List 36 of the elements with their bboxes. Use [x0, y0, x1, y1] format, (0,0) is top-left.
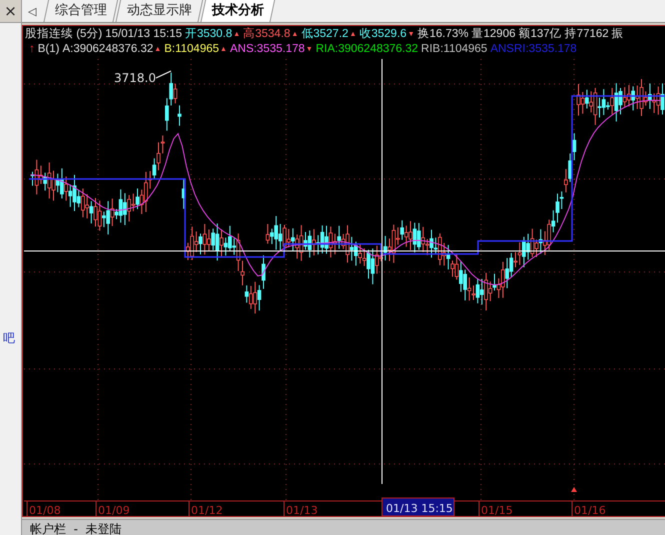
quote-value: 低3527.2: [301, 28, 348, 40]
leader-line: [156, 70, 172, 78]
quote-value: 收3529.6: [359, 28, 407, 40]
link-text-fragment[interactable]: 吧: [0, 330, 21, 347]
cursor-date-label: 01/13 15:15: [382, 498, 454, 516]
signal-arrow: ↑: [29, 42, 35, 56]
quote-value: 振: [612, 28, 624, 40]
up-marker-icon: [571, 487, 577, 492]
close-button[interactable]: ×: [0, 0, 21, 23]
status-text: 帐户栏 - 未登陆: [30, 521, 122, 535]
peak-price-label: 3718.0: [114, 71, 156, 85]
quote-value: 额137亿: [518, 28, 562, 40]
quote-value: 换16.73%: [418, 28, 469, 40]
date-axis-label: 01/09: [98, 504, 130, 516]
tab[interactable]: 动态显示牌: [116, 0, 204, 22]
indicator-value: A:3906248376.32: [62, 43, 154, 55]
tab[interactable]: 综合管理: [44, 0, 120, 22]
quote-value: 15/01/13 15:15: [105, 28, 182, 40]
indicator-value: ANS:3535.178: [230, 43, 305, 55]
indicator-value: B:1104965: [164, 43, 220, 55]
date-axis-label: 01/12: [191, 504, 223, 516]
indicator-value: RIA:3906248376.32: [316, 43, 418, 55]
quote-value: 高3534.8: [243, 28, 290, 40]
date-axis-label: 01/13: [286, 504, 318, 516]
tab-scroll-left-button[interactable]: ◁: [28, 4, 36, 18]
date-axis-label: 01/15: [481, 504, 513, 516]
indicator-name: B(1): [38, 42, 60, 56]
quote-value: 开3530.8: [185, 28, 232, 40]
indicator-value: RIB:1104965: [421, 43, 488, 55]
indicator-value: ANSRI:3535.178: [490, 43, 577, 55]
date-axis-label: 01/16: [574, 504, 606, 516]
quote-value: 持77162: [564, 28, 609, 40]
date-axis-label: 01/08: [29, 504, 61, 516]
quote-value: 量12906: [472, 28, 516, 40]
tab[interactable]: 技术分析: [200, 0, 276, 22]
quote-value: 股指连续 (5分): [25, 28, 102, 40]
